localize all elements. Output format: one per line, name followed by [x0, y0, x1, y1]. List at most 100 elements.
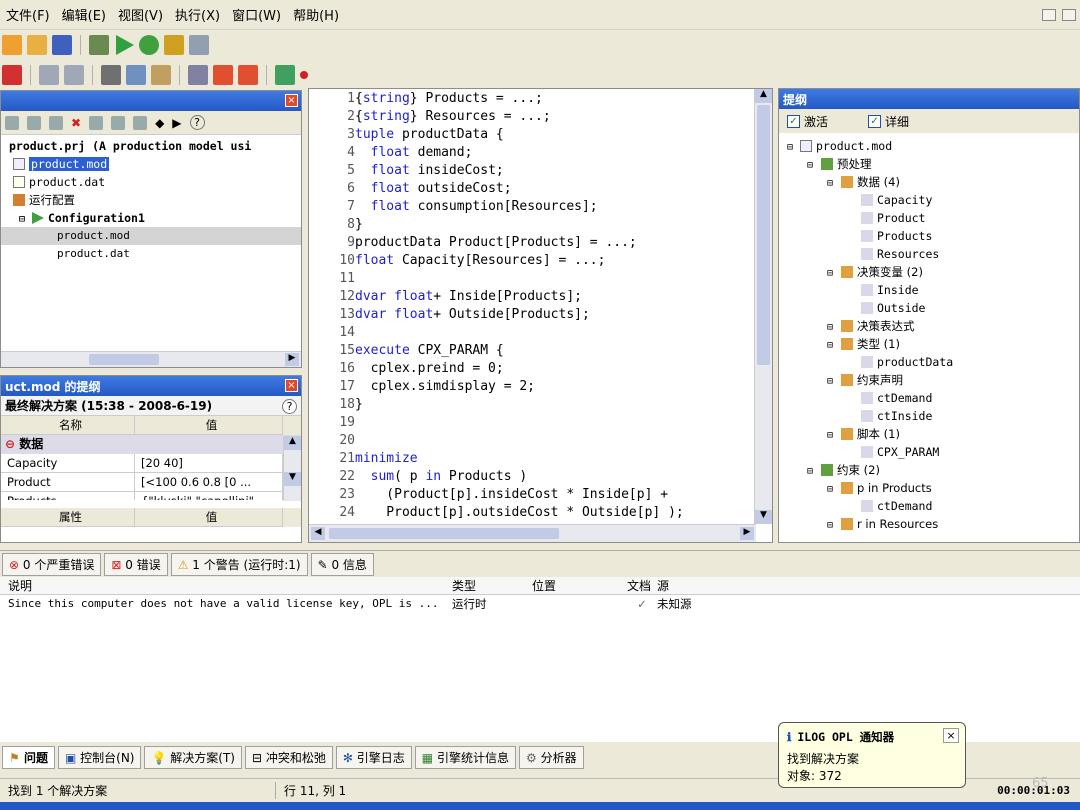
info-tab[interactable]: ✎ 0 信息: [310, 552, 374, 576]
tree-item-dat[interactable]: product.dat: [1, 173, 301, 191]
column-value[interactable]: 值: [135, 508, 283, 527]
code-text[interactable]: sum( p in Products ): [355, 469, 528, 484]
tab-profiler[interactable]: ⚙ 分析器: [518, 745, 584, 769]
code-line[interactable]: 19: [309, 414, 772, 432]
tab-console[interactable]: ▣ 控制台(N): [57, 745, 142, 769]
prev-annotation-icon[interactable]: [213, 65, 233, 85]
new-data-icon[interactable]: [49, 115, 63, 130]
outline-item[interactable]: ⊟ p in Products: [779, 479, 1079, 497]
fatal-errors-tab[interactable]: ⊗ 0 个严重错误: [2, 552, 102, 576]
code-line[interactable]: 1{string} Products = ...;: [309, 90, 772, 108]
collapse-icon[interactable]: [111, 115, 126, 130]
record-icon[interactable]: [300, 71, 308, 79]
code-text[interactable]: productData Product[Products] = ...;: [355, 235, 637, 250]
code-line[interactable]: 4 float demand;: [309, 144, 772, 162]
config-file-dat[interactable]: product.dat: [1, 245, 301, 263]
next-annotation-icon[interactable]: [238, 65, 258, 85]
tree-item-runconfig[interactable]: 运行配置: [1, 191, 301, 209]
outline-item[interactable]: ⊟ 约束声明: [779, 371, 1079, 389]
config-file-mod[interactable]: product.mod: [1, 227, 301, 245]
close-icon[interactable]: ×: [285, 379, 298, 392]
outline-item[interactable]: Product: [779, 209, 1079, 227]
column-attribute[interactable]: 属性: [1, 508, 135, 527]
minimize-icon[interactable]: [1042, 8, 1056, 21]
column-value[interactable]: 值: [135, 416, 283, 435]
code-line[interactable]: 2{string} Resources = ...;: [309, 108, 772, 126]
back-icon[interactable]: ◆: [155, 116, 164, 130]
code-text[interactable]: execute CPX_PARAM {: [355, 343, 504, 358]
code-line[interactable]: 11: [309, 270, 772, 288]
data-group-row[interactable]: ⊖ 数据: [1, 435, 301, 454]
tree-item-config[interactable]: ⊟ Configuration1: [1, 209, 301, 227]
code-line[interactable]: 15execute CPX_PARAM {: [309, 342, 772, 360]
code-text[interactable]: dvar float+ Inside[Products];: [355, 289, 582, 304]
new-project-icon[interactable]: [5, 115, 19, 130]
close-file-icon[interactable]: [2, 65, 22, 85]
export-icon[interactable]: [189, 35, 209, 55]
close-notifier-icon[interactable]: ×: [943, 728, 959, 743]
code-line[interactable]: 18}: [309, 396, 772, 414]
outline-item[interactable]: ⊟ 预处理: [779, 155, 1079, 173]
column-source[interactable]: 源: [657, 577, 717, 594]
errors-tab[interactable]: ⊠ 0 错误: [104, 552, 168, 576]
outline-item[interactable]: ctDemand: [779, 389, 1079, 407]
horizontal-scrollbar[interactable]: ▶: [1, 351, 301, 367]
code-text[interactable]: }: [355, 397, 363, 412]
print-icon[interactable]: [188, 65, 208, 85]
open-file-icon[interactable]: [27, 35, 47, 55]
problem-row[interactable]: Since this computer does not have a vali…: [0, 595, 1080, 613]
tab-problems[interactable]: ⚑ 问题: [2, 745, 55, 769]
code-line[interactable]: 9productData Product[Products] = ...;: [309, 234, 772, 252]
undo-icon[interactable]: [39, 65, 59, 85]
code-text[interactable]: dvar float+ Outside[Products];: [355, 307, 590, 322]
code-line[interactable]: 20: [309, 432, 772, 450]
code-editor[interactable]: 1{string} Products = ...; 2{string} Resou…: [308, 88, 773, 543]
cut-icon[interactable]: [101, 65, 121, 85]
solution-row[interactable]: Product [<100 0.6 0.8 [0 ...: [1, 473, 301, 492]
code-line[interactable]: 12dvar float+ Inside[Products];: [309, 288, 772, 306]
outline-item[interactable]: CPX_PARAM: [779, 443, 1079, 461]
code-line[interactable]: 24 Product[p].outsideCost * Outside[p] )…: [309, 504, 772, 522]
code-text[interactable]: float insideCost;: [355, 163, 504, 178]
outline-item[interactable]: ⊟ 决策变量 (2): [779, 263, 1079, 281]
outline-item[interactable]: Outside: [779, 299, 1079, 317]
outline-root[interactable]: ⊟ product.mod: [779, 137, 1079, 155]
outline-item[interactable]: ⊟ 约束 (2): [779, 461, 1079, 479]
code-text[interactable]: (Product[p].insideCost * Inside[p] +: [355, 487, 668, 502]
column-name[interactable]: 名称: [1, 416, 135, 435]
forward-icon[interactable]: ▶: [172, 116, 181, 130]
tab-engine-stats[interactable]: ▦ 引擎统计信息: [414, 745, 516, 769]
code-text[interactable]: cplex.preind = 0;: [355, 361, 504, 376]
column-type[interactable]: 类型: [452, 577, 532, 594]
code-line[interactable]: 23 (Product[p].insideCost * Inside[p] +: [309, 486, 772, 504]
close-icon[interactable]: ×: [285, 94, 298, 107]
code-text[interactable]: {string} Products = ...;: [355, 91, 543, 106]
tab-solutions[interactable]: 💡 解决方案(T): [144, 745, 242, 769]
menu-view[interactable]: 视图(V): [112, 5, 169, 24]
outline-item[interactable]: ⊟ r in Resources: [779, 515, 1079, 533]
new-model-icon[interactable]: [27, 115, 41, 130]
outline-item[interactable]: ⊟ 决策表达式: [779, 317, 1079, 335]
code-line[interactable]: 10float Capacity[Resources] = ...;: [309, 252, 772, 270]
code-text[interactable]: }: [355, 217, 363, 232]
code-text[interactable]: float Capacity[Resources] = ...;: [355, 253, 605, 268]
help-icon[interactable]: ?: [189, 115, 205, 130]
code-line[interactable]: 17 cplex.simdisplay = 2;: [309, 378, 772, 396]
menu-edit[interactable]: 编辑(E): [56, 5, 112, 24]
menu-window[interactable]: 窗口(W): [226, 5, 287, 24]
debug-icon[interactable]: [139, 35, 159, 55]
code-line[interactable]: 3tuple productData {: [309, 126, 772, 144]
solution-scrollbar[interactable]: ▲ ▼: [283, 436, 301, 501]
editor-vertical-scrollbar[interactable]: ▲ ▼: [754, 89, 772, 524]
scroll-right-icon[interactable]: ▶: [285, 353, 299, 366]
run-icon[interactable]: [116, 35, 134, 55]
outline-item[interactable]: ctInside: [779, 407, 1079, 425]
code-text[interactable]: float outsideCost;: [355, 181, 512, 196]
delete-icon[interactable]: ✖: [71, 116, 81, 130]
code-text[interactable]: {string} Resources = ...;: [355, 109, 551, 124]
code-line[interactable]: 16 cplex.preind = 0;: [309, 360, 772, 378]
menu-help[interactable]: 帮助(H): [287, 5, 345, 24]
copy-icon[interactable]: [126, 65, 146, 85]
outline-item[interactable]: ⊟ 数据 (4): [779, 173, 1079, 191]
outline-item[interactable]: Resources: [779, 245, 1079, 263]
